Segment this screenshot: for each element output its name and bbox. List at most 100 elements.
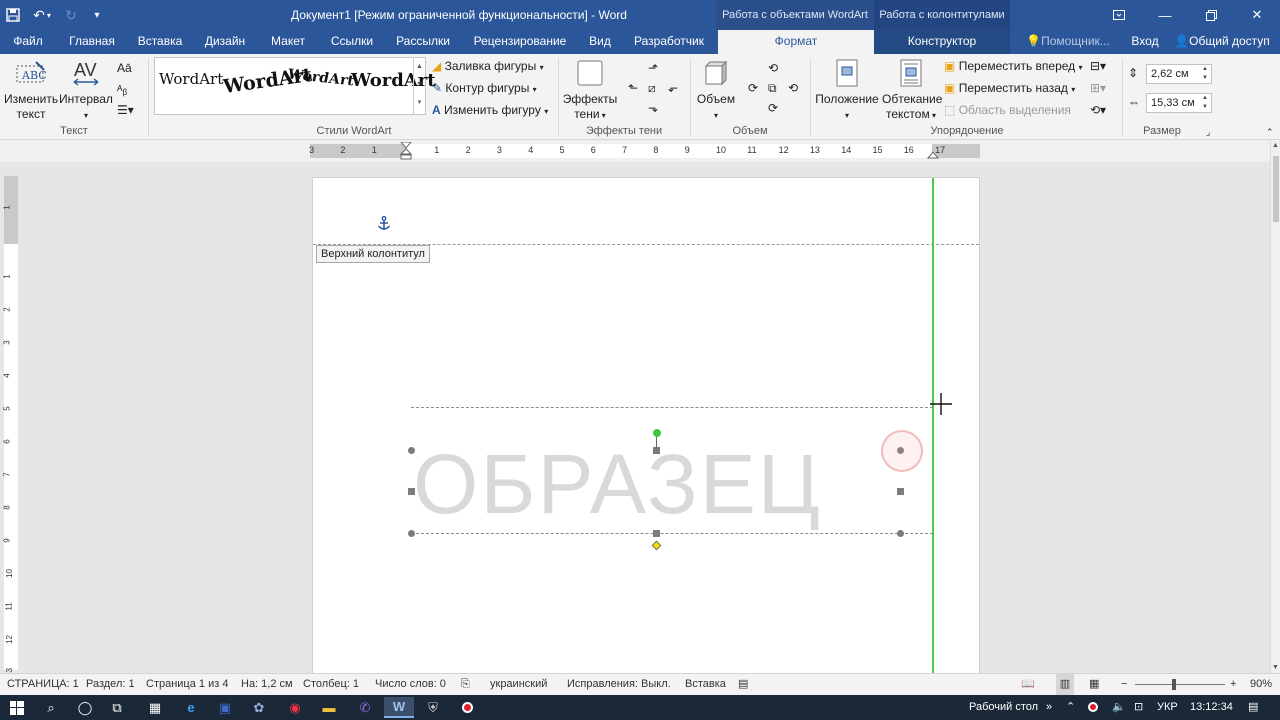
position-button[interactable]: Положение ▾ bbox=[814, 58, 880, 123]
scroll-thumb[interactable] bbox=[1273, 156, 1279, 222]
status-track-changes[interactable]: Исправления: Выкл. bbox=[567, 674, 671, 696]
group-icon[interactable]: ⊞▾ bbox=[1090, 78, 1106, 98]
restore-icon[interactable] bbox=[1188, 0, 1234, 30]
change-shape-button[interactable]: A Изменить фигуру ▾ bbox=[432, 100, 548, 120]
shadow-up-icon[interactable]: ⬏ bbox=[648, 58, 658, 78]
selection-pane-button[interactable]: ⬚ Область выделения bbox=[944, 100, 1071, 120]
close-icon[interactable]: ✕ bbox=[1234, 0, 1280, 30]
spacing-button[interactable]: AV Интервал ▾ bbox=[58, 58, 114, 123]
search-icon[interactable]: ⌕ bbox=[36, 697, 66, 718]
clock[interactable]: 13:12:34 bbox=[1190, 695, 1233, 720]
rotate-icon[interactable]: ⟲▾ bbox=[1090, 100, 1106, 120]
gallery-more-icon[interactable]: ▾ bbox=[414, 94, 425, 112]
tab-design[interactable]: Дизайн bbox=[198, 30, 252, 54]
3d-effects-button[interactable]: Объем ▾ bbox=[694, 58, 738, 123]
shadow-right-icon[interactable]: ⬐ bbox=[668, 78, 678, 98]
indent-marker-icon[interactable] bbox=[400, 142, 412, 160]
cortana-icon[interactable]: ◯ bbox=[70, 697, 100, 718]
volume-icon[interactable]: 🔈 bbox=[1112, 695, 1126, 720]
edge-icon[interactable]: e bbox=[176, 697, 206, 718]
tab-layout[interactable]: Макет bbox=[262, 30, 314, 54]
vertical-ruler[interactable]: 11234567891011121314 bbox=[3, 176, 18, 710]
scroll-down-icon[interactable]: ▼ bbox=[1272, 664, 1279, 671]
width-spinner[interactable]: ▲ ▼ bbox=[1199, 94, 1211, 112]
zoom-level[interactable]: 90% bbox=[1250, 674, 1272, 696]
gallery-up-icon[interactable]: ▲ bbox=[414, 58, 425, 76]
tilt-up-icon[interactable]: ⟲ bbox=[768, 58, 778, 78]
gallery-scroll[interactable]: ▲ ▼ ▾ bbox=[413, 58, 425, 114]
send-backward-button[interactable]: ▣ Переместить назад ▾ bbox=[944, 78, 1075, 98]
proofing-icon[interactable]: ⎘ bbox=[461, 674, 470, 696]
minimize-icon[interactable]: — bbox=[1142, 0, 1188, 30]
resize-handle-n[interactable] bbox=[653, 447, 660, 454]
wordart-watermark[interactable]: ОБРАЗЕЦ bbox=[413, 436, 822, 532]
tab-constructor[interactable]: Конструктор bbox=[874, 30, 1010, 54]
toolbar-expand-icon[interactable]: » bbox=[1046, 695, 1052, 720]
shape-outline-button[interactable]: ✎ Контур фигуры ▾ bbox=[432, 78, 537, 98]
scroll-up-icon[interactable]: ▲ bbox=[1272, 142, 1279, 149]
app-icon[interactable]: ✿ bbox=[244, 697, 274, 718]
align-icon[interactable]: ⊟▾ bbox=[1090, 56, 1106, 76]
wordart-styles-gallery[interactable]: WordArt WordArt WordArt WordArt ▲ ▼ ▾ bbox=[154, 57, 436, 115]
right-indent-marker-icon[interactable] bbox=[927, 146, 939, 160]
zoom-in-icon[interactable]: + bbox=[1230, 674, 1236, 696]
print-layout-icon[interactable]: ▥ bbox=[1056, 674, 1074, 696]
chrome-icon[interactable]: ◉ bbox=[280, 697, 310, 718]
tab-mailings[interactable]: Рассылки bbox=[390, 30, 456, 54]
desktop-toolbar[interactable]: Рабочий стол bbox=[969, 695, 1038, 720]
floppy-app-icon[interactable]: ▣ bbox=[210, 697, 240, 718]
resize-handle-w[interactable] bbox=[408, 488, 415, 495]
size-dialog-launcher-icon[interactable]: ⌟ bbox=[1206, 122, 1210, 142]
tab-view[interactable]: Вид bbox=[584, 30, 616, 54]
wrap-text-button[interactable]: Обтекание текстом ▾ bbox=[882, 58, 942, 123]
tray-overflow-icon[interactable]: ⌃ bbox=[1066, 695, 1075, 720]
zoom-slider-knob[interactable] bbox=[1172, 679, 1176, 690]
ribbon-display-icon[interactable] bbox=[1096, 0, 1142, 30]
shadow-left-icon[interactable]: ⬑ bbox=[628, 78, 638, 98]
tray-record-icon[interactable] bbox=[1088, 695, 1098, 720]
file-explorer-icon[interactable]: ▬ bbox=[314, 697, 344, 718]
network-icon[interactable]: ⊡ bbox=[1134, 695, 1143, 720]
shadow-toggle-icon[interactable]: ⧄ bbox=[648, 78, 656, 98]
height-spinner[interactable]: ▲ ▼ bbox=[1199, 65, 1211, 83]
tab-format[interactable]: Формат bbox=[718, 30, 874, 54]
tab-insert[interactable]: Вставка bbox=[132, 30, 188, 54]
vertical-scrollbar[interactable]: ▲ ▼ bbox=[1270, 140, 1280, 673]
word-taskbar-icon[interactable]: W bbox=[384, 697, 414, 718]
shape-fill-button[interactable]: ◢ Заливка фигуры ▾ bbox=[432, 56, 544, 76]
zoom-out-icon[interactable]: − bbox=[1121, 674, 1127, 696]
3d-toggle-icon[interactable]: ⧉ bbox=[768, 78, 777, 98]
vertical-text-icon[interactable]: ᴬᵦ bbox=[117, 80, 127, 100]
status-position[interactable]: На: 1,2 см bbox=[241, 674, 293, 696]
action-center-icon[interactable]: ▤ bbox=[1248, 695, 1258, 720]
shield-icon[interactable]: ⛨ bbox=[418, 697, 448, 718]
input-language[interactable]: УКР bbox=[1157, 695, 1178, 720]
rotation-handle[interactable] bbox=[653, 429, 661, 437]
web-layout-icon[interactable]: ▦ bbox=[1089, 674, 1099, 696]
status-column[interactable]: Столбец: 1 bbox=[303, 674, 359, 696]
shadow-down-icon[interactable]: ⬎ bbox=[648, 98, 658, 118]
task-view-icon[interactable]: ⧉ bbox=[102, 697, 132, 718]
wordart-style-1[interactable]: WordArt bbox=[159, 70, 223, 88]
resize-handle-s[interactable] bbox=[653, 530, 660, 537]
edit-text-button[interactable]: ABC Изменить текст bbox=[4, 58, 58, 122]
bring-forward-button[interactable]: ▣ Переместить вперед ▾ bbox=[944, 56, 1083, 76]
collapse-ribbon-icon[interactable]: ⌃ bbox=[1266, 122, 1274, 142]
start-icon[interactable] bbox=[2, 697, 32, 718]
status-page-of[interactable]: Страница 1 из 4 bbox=[146, 674, 228, 696]
tab-review[interactable]: Рецензирование bbox=[466, 30, 574, 54]
shape-width-input[interactable]: 15,33 см ▲ ▼ bbox=[1146, 93, 1212, 113]
adjustment-handle[interactable] bbox=[651, 540, 662, 551]
horizontal-ruler[interactable]: 3 2 1 1 2 3 4 5 6 7 8 9 10 11 12 13 14 15 16 17 bbox=[309, 142, 980, 160]
tab-file[interactable]: Файл bbox=[0, 30, 56, 54]
sign-in-link[interactable]: Вход bbox=[1126, 30, 1164, 54]
resize-handle-nw[interactable] bbox=[408, 447, 415, 454]
gallery-down-icon[interactable]: ▼ bbox=[414, 76, 425, 94]
tab-developer[interactable]: Разработчик bbox=[626, 30, 712, 54]
share-button[interactable]: 👤Общий доступ bbox=[1170, 30, 1274, 54]
calculator-icon[interactable]: ▦ bbox=[140, 697, 170, 718]
status-words[interactable]: Число слов: 0 bbox=[375, 674, 446, 696]
tab-home[interactable]: Главная bbox=[62, 30, 122, 54]
tilt-down-icon[interactable]: ⟳ bbox=[768, 98, 778, 118]
read-mode-icon[interactable]: 📖 bbox=[1021, 674, 1035, 696]
